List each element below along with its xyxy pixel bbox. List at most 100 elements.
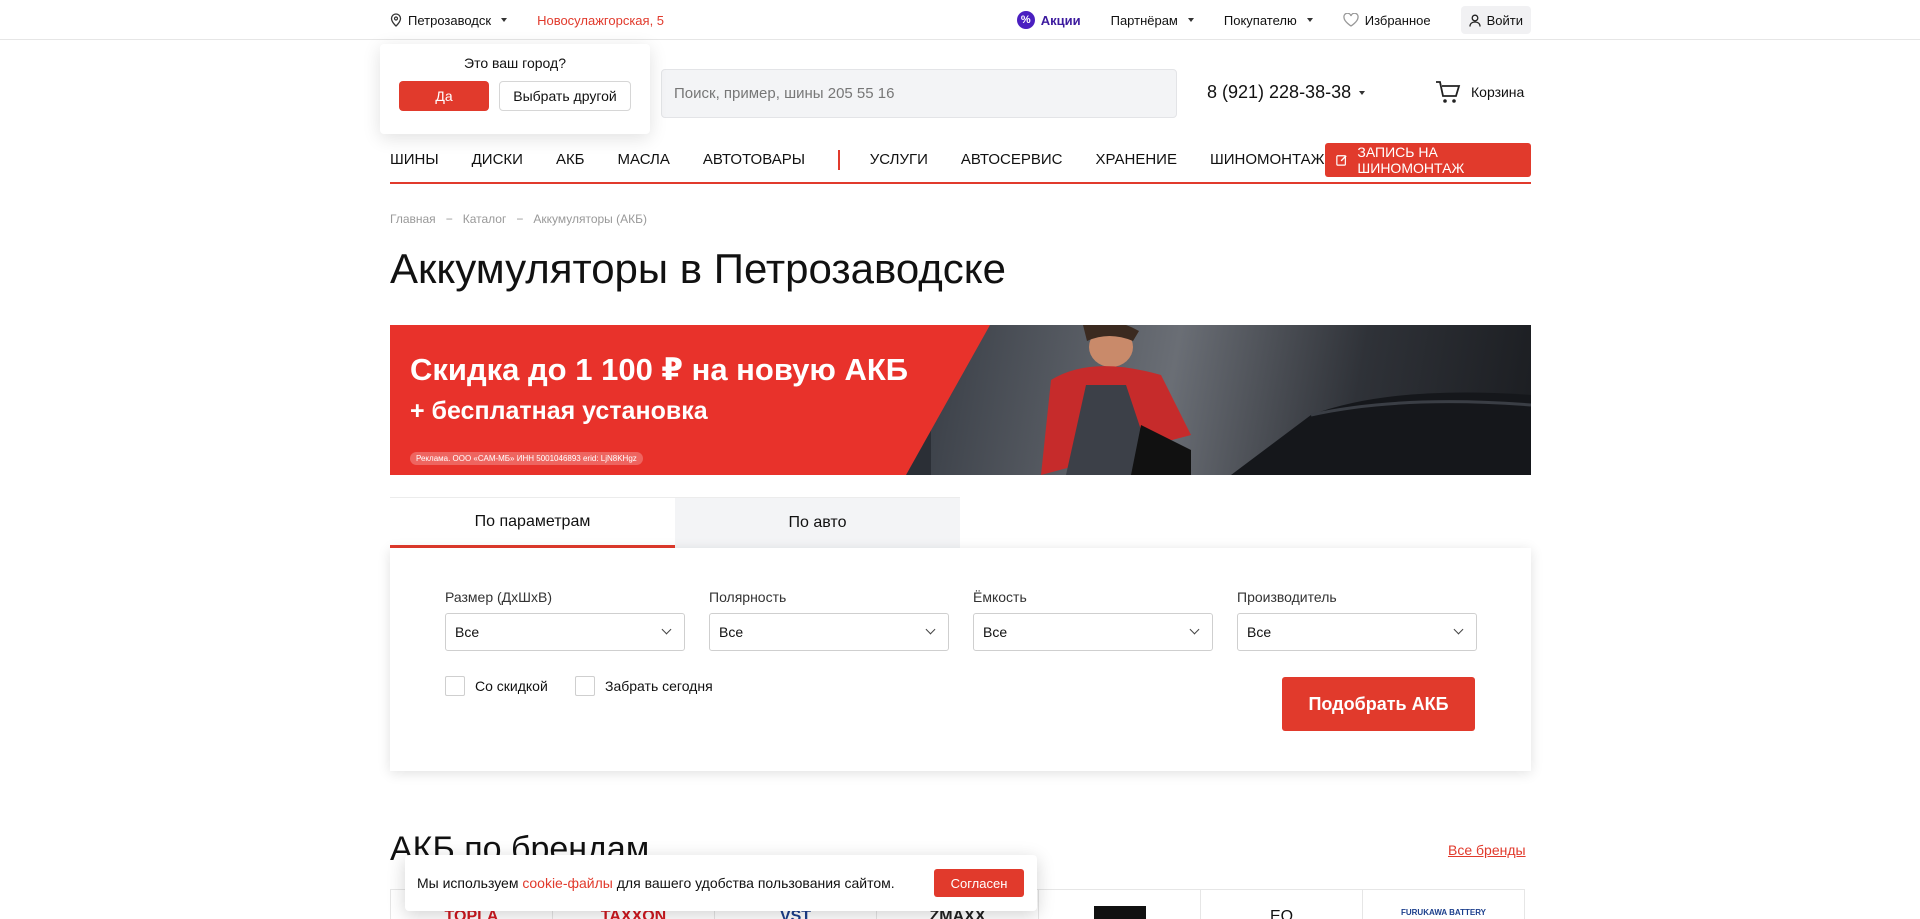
buyer-menu[interactable]: Покупателю <box>1224 13 1313 28</box>
size-select[interactable]: Все <box>445 613 685 651</box>
banner-subline: + бесплатная установка <box>410 397 708 425</box>
brand-furukawa[interactable]: FURUKAWA BATTERY <box>1363 890 1524 919</box>
cookie-link[interactable]: cookie-файлы <box>522 875 613 891</box>
chevron-down-icon <box>1359 90 1366 95</box>
favorites-label: Избранное <box>1364 12 1431 28</box>
chevron-down-icon <box>1189 624 1200 635</box>
polarity-label: Полярность <box>709 589 787 605</box>
confirm-city-button[interactable]: Да <box>399 81 489 111</box>
partners-label: Партнёрам <box>1110 12 1178 28</box>
banner-legal: Реклама. ООО «САМ-МБ» ИНН 5001046893 eri… <box>410 452 643 465</box>
user-icon <box>1468 14 1481 27</box>
phone-number[interactable]: 8 (921) 228-38-38 <box>1207 82 1366 103</box>
brand-logo-text: EQ <box>1269 908 1294 919</box>
size-value: Все <box>455 624 480 640</box>
nav-divider <box>838 149 840 170</box>
checkbox-box[interactable] <box>575 676 595 696</box>
all-brands-link[interactable]: Все бренды <box>1448 842 1526 858</box>
capacity-select[interactable]: Все <box>973 613 1213 651</box>
breadcrumb-home[interactable]: Главная <box>390 212 436 226</box>
city-confirm-popup: Это ваш город? Да Выбрать другой <box>380 44 650 134</box>
breadcrumb-catalog[interactable]: Каталог <box>463 212 507 226</box>
search-input[interactable]: Поиск, пример, шины 205 55 16 <box>661 69 1177 118</box>
edit-icon <box>1335 154 1347 166</box>
favorites-link[interactable]: Избранное <box>1343 13 1431 28</box>
capacity-value: Все <box>983 624 1008 640</box>
filter-tabs: По параметрам По авто <box>390 497 960 548</box>
location-pin-icon <box>390 13 402 27</box>
pickup-today-checkbox[interactable]: Забрать сегодня <box>575 676 713 696</box>
breadcrumb-separator: − <box>445 212 453 226</box>
cart-label: Корзина <box>1471 84 1525 100</box>
capacity-label: Ёмкость <box>973 589 1027 605</box>
breadcrumb-separator: − <box>516 212 524 226</box>
buyer-label: Покупателю <box>1223 12 1297 28</box>
chevron-down-icon <box>661 624 672 635</box>
nav-item-autogoods[interactable]: АВТОТОВАРЫ <box>703 151 805 168</box>
chevron-down-icon <box>1306 18 1313 22</box>
car-hood-illustration <box>1231 392 1531 475</box>
cookie-text-before: Мы используем <box>417 875 523 891</box>
brand-logo <box>1093 906 1146 919</box>
polarity-select[interactable]: Все <box>709 613 949 651</box>
page-title: Аккумуляторы в Петрозаводске <box>390 245 1006 292</box>
tab-by-car[interactable]: По авто <box>675 497 960 548</box>
breadcrumb: Главная − Каталог − Аккумуляторы (АКБ) <box>390 212 647 226</box>
pick-battery-button[interactable]: Подобрать АКБ <box>1282 677 1475 731</box>
manufacturer-select[interactable]: Все <box>1237 613 1477 651</box>
login-label: Войти <box>1486 12 1523 28</box>
city-selector[interactable]: Петрозаводск <box>390 12 508 28</box>
nav-item-autoservice[interactable]: АВТОСЕРВИС <box>961 151 1063 168</box>
book-tire-fitting-button[interactable]: ЗАПИСЬ НА ШИНОМОНТАЖ <box>1324 142 1531 177</box>
pickup-today-label: Забрать сегодня <box>605 678 713 694</box>
nav-item-services[interactable]: УСЛУГИ <box>870 151 928 168</box>
brand-unknown[interactable] <box>1039 890 1201 919</box>
discount-label: Со скидкой <box>475 678 548 694</box>
chevron-down-icon <box>1187 18 1194 22</box>
breadcrumb-current: Аккумуляторы (АКБ) <box>533 212 647 226</box>
filter-panel: Размер (ДхШхВ) Все Полярность Все Ёмкост… <box>390 548 1531 771</box>
nav-item-batteries[interactable]: АКБ <box>556 151 585 168</box>
manufacturer-value: Все <box>1247 624 1272 640</box>
main-nav: ШИНЫ ДИСКИ АКБ МАСЛА АВТОТОВАРЫ УСЛУГИ А… <box>390 137 1531 184</box>
brand-eq[interactable]: EQ <box>1201 890 1363 919</box>
mechanic-photo <box>931 325 1531 475</box>
cookie-text-after: для вашего удобства пользования сайтом. <box>612 875 895 891</box>
checkbox-box[interactable] <box>445 676 465 696</box>
cookie-banner: Мы используем cookie-файлы для вашего уд… <box>405 855 1037 911</box>
phone-label: 8 (921) 228-38-38 <box>1207 82 1352 102</box>
promo-banner[interactable]: Скидка до 1 100 ₽ на новую АКБ + бесплат… <box>390 325 1531 475</box>
banner-headline: Скидка до 1 100 ₽ на новую АКБ <box>410 352 909 387</box>
size-label: Размер (ДхШхВ) <box>445 589 552 605</box>
cart-icon <box>1436 81 1461 103</box>
tab-by-params[interactable]: По параметрам <box>390 497 675 548</box>
book-label: ЗАПИСЬ НА ШИНОМОНТАЖ <box>1357 143 1465 176</box>
polarity-value: Все <box>719 624 744 640</box>
login-button[interactable]: Войти <box>1460 6 1531 34</box>
nav-item-storage[interactable]: ХРАНЕНИЕ <box>1096 151 1177 168</box>
partners-menu[interactable]: Партнёрам <box>1111 13 1194 28</box>
size-filter: Размер (ДхШхВ) Все <box>445 589 685 651</box>
capacity-filter: Ёмкость Все <box>973 589 1213 651</box>
chevron-down-icon <box>501 18 508 22</box>
city-name: Петрозаводск <box>408 12 492 28</box>
chevron-down-icon <box>925 624 936 635</box>
store-address[interactable]: Новосулажгорская, 5 <box>537 13 664 28</box>
promo-link[interactable]: % Акции <box>1016 11 1081 29</box>
nav-item-tires[interactable]: ШИНЫ <box>390 151 439 168</box>
nav-item-wheels[interactable]: ДИСКИ <box>472 151 523 168</box>
city-question: Это ваш город? <box>464 55 566 71</box>
nav-item-tire-fitting[interactable]: ШИНОМОНТАЖ <box>1210 151 1325 168</box>
top-bar: Петрозаводск Новосулажгорская, 5 % Акции… <box>0 0 1920 40</box>
polarity-filter: Полярность Все <box>709 589 949 651</box>
choose-other-city-button[interactable]: Выбрать другой <box>499 81 631 111</box>
cookie-accept-button[interactable]: Согласен <box>934 869 1024 897</box>
chevron-down-icon <box>1453 624 1464 635</box>
discount-checkbox[interactable]: Со скидкой <box>445 676 548 696</box>
manufacturer-filter: Производитель Все <box>1237 589 1477 651</box>
brand-logo-text: FURUKAWA BATTERY <box>1400 908 1487 917</box>
promo-label: Акции <box>1040 12 1081 28</box>
cart-link[interactable]: Корзина <box>1435 80 1524 104</box>
nav-item-oils[interactable]: МАСЛА <box>618 151 670 168</box>
heart-icon <box>1343 13 1359 27</box>
